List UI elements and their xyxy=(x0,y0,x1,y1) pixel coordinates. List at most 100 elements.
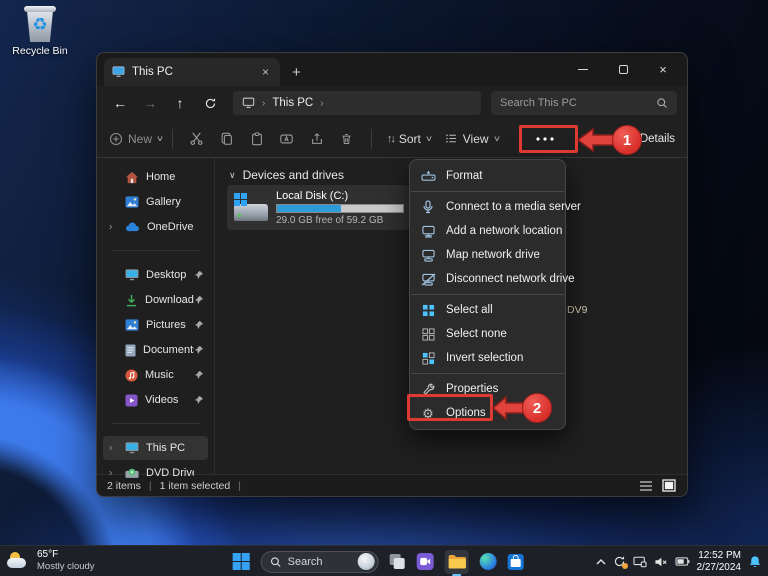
new-tab-button[interactable]: + xyxy=(292,64,301,81)
sidebar-item-dvd-drive[interactable]: › DVD Drive (D:) C xyxy=(103,461,208,485)
disconnect-network-drive-icon xyxy=(420,273,436,286)
sidebar-item-gallery[interactable]: Gallery xyxy=(103,190,208,214)
close-button[interactable]: × xyxy=(643,55,683,83)
date: 2/27/2024 xyxy=(697,562,742,574)
annotation-arrow-2 xyxy=(492,395,524,421)
view-list-icon xyxy=(444,132,458,145)
details-pane-toggle[interactable]: Details xyxy=(640,133,677,145)
menu-item-select-all[interactable]: Select all xyxy=(410,298,565,322)
chevron-down-icon: ∨ xyxy=(425,134,433,143)
pin-icon xyxy=(194,320,204,330)
share-button[interactable] xyxy=(302,126,332,152)
paste-button[interactable] xyxy=(242,126,272,152)
tab-close-icon[interactable]: × xyxy=(259,65,272,79)
videos-icon xyxy=(125,394,138,407)
tab-title: This PC xyxy=(132,66,252,78)
menu-item-add-network-location[interactable]: Add a network location xyxy=(410,219,565,243)
battery-icon[interactable] xyxy=(675,557,690,566)
pin-icon xyxy=(194,295,204,305)
taskbar-search-box[interactable]: Search xyxy=(261,551,379,573)
titlebar[interactable]: This PC × + × xyxy=(97,53,687,86)
annotation-highlight-box-options xyxy=(407,394,493,421)
annotation-highlight-box-see-more xyxy=(519,125,578,153)
up-button[interactable]: ↑ xyxy=(167,91,193,115)
sidebar-item-pictures[interactable]: Pictures xyxy=(103,313,208,337)
gallery-icon xyxy=(125,196,139,208)
bing-daily-image xyxy=(358,553,375,570)
sidebar-item-home[interactable]: Home xyxy=(103,165,208,189)
view-button[interactable]: View ∨ xyxy=(444,132,500,146)
address-bar[interactable]: › This PC › xyxy=(233,91,481,115)
sort-button[interactable]: ↑↓ Sort ∨ xyxy=(387,132,432,146)
details-view-toggle[interactable] xyxy=(637,478,654,493)
menu-item-map-network-drive[interactable]: Map network drive xyxy=(410,243,565,267)
search-input[interactable]: Search This PC xyxy=(491,91,677,115)
invert-selection-icon xyxy=(420,352,436,365)
hidden-icons-chevron-icon[interactable] xyxy=(596,559,606,565)
widgets-weather-button[interactable]: 65°F Mostly cloudy xyxy=(7,549,95,572)
pin-icon xyxy=(194,345,204,355)
forward-button[interactable]: → xyxy=(137,91,163,115)
thumbnail-view-toggle[interactable] xyxy=(660,478,677,493)
delete-button[interactable] xyxy=(332,126,362,152)
sidebar-item-this-pc[interactable]: › This PC xyxy=(103,436,208,460)
search-placeholder: Search This PC xyxy=(500,97,650,109)
this-pc-icon xyxy=(125,442,139,454)
file-explorer-window: This PC × + × ← → ↑ › This PC › Search T… xyxy=(96,52,688,497)
back-button[interactable]: ← xyxy=(107,91,133,115)
menu-item-disconnect-network-drive[interactable]: Disconnect network drive xyxy=(410,267,565,291)
pin-icon xyxy=(194,270,204,280)
sidebar-item-documents[interactable]: Documents xyxy=(103,338,208,362)
cut-button[interactable] xyxy=(182,126,212,152)
annotation-arrow-1 xyxy=(577,127,614,153)
breadcrumb-location[interactable]: This PC xyxy=(272,97,313,109)
copy-button[interactable] xyxy=(212,126,242,152)
collapse-chevron-icon[interactable]: ∨ xyxy=(229,170,236,181)
recycle-bin-shortcut[interactable]: ♻ Recycle Bin xyxy=(8,6,72,57)
pin-icon xyxy=(194,370,204,380)
notification-bell-icon[interactable] xyxy=(748,555,762,569)
chevron-right-icon[interactable]: › xyxy=(109,222,112,233)
menu-item-format[interactable]: Format xyxy=(410,164,565,188)
new-button[interactable]: New ∨ xyxy=(109,132,163,146)
chat-button[interactable] xyxy=(417,553,434,570)
sidebar-item-onedrive[interactable]: › OneDrive - Pers xyxy=(103,215,208,239)
menu-item-connect-media-server[interactable]: Connect to a media server xyxy=(410,195,565,219)
rename-button[interactable] xyxy=(272,126,302,152)
tab-this-pc[interactable]: This PC × xyxy=(104,58,280,86)
drive-item-local-disk-c[interactable]: Local Disk (C:) 29.0 GB free of 59.2 GB xyxy=(227,185,409,230)
refresh-button[interactable] xyxy=(197,91,223,115)
monitor-icon xyxy=(242,97,255,109)
sidebar-item-downloads[interactable]: Downloads xyxy=(103,288,208,312)
menu-item-select-none[interactable]: Select none xyxy=(410,322,565,346)
minimize-button[interactable] xyxy=(563,55,603,83)
add-network-location-icon xyxy=(420,225,436,238)
edge-browser-button[interactable] xyxy=(480,553,497,570)
format-drive-icon xyxy=(420,170,436,182)
clock[interactable]: 12:52 PM 2/27/2024 xyxy=(697,550,742,574)
volume-muted-icon[interactable] xyxy=(654,556,668,568)
file-explorer-taskbar-button[interactable] xyxy=(445,550,469,574)
sidebar-item-videos[interactable]: Videos xyxy=(103,388,208,412)
chevron-right-icon[interactable]: › xyxy=(109,468,112,479)
sort-arrows-icon: ↑↓ xyxy=(387,133,394,145)
sidebar-item-music[interactable]: Music xyxy=(103,363,208,387)
maximize-button[interactable] xyxy=(603,55,643,83)
start-button[interactable] xyxy=(233,553,250,570)
breadcrumb-chevron-icon[interactable]: › xyxy=(320,98,323,109)
annotation-step-1-badge: 1 xyxy=(612,125,642,155)
task-view-button[interactable] xyxy=(390,554,406,570)
search-icon xyxy=(270,556,282,568)
update-sync-icon[interactable] xyxy=(613,555,626,568)
chevron-right-icon[interactable]: › xyxy=(109,443,112,454)
music-icon xyxy=(125,369,138,382)
select-none-icon xyxy=(420,328,436,341)
drive-capacity: 29.0 GB free of 59.2 GB xyxy=(276,215,402,226)
navigation-pane: Home Gallery › OneDrive - Pers D xyxy=(97,158,215,474)
cast-display-icon[interactable] xyxy=(633,556,647,568)
sidebar-item-desktop[interactable]: Desktop xyxy=(103,263,208,287)
menu-item-invert-selection[interactable]: Invert selection xyxy=(410,346,565,370)
microsoft-store-button[interactable] xyxy=(508,554,524,570)
desktop-icon xyxy=(125,269,139,281)
pictures-icon xyxy=(125,319,139,331)
